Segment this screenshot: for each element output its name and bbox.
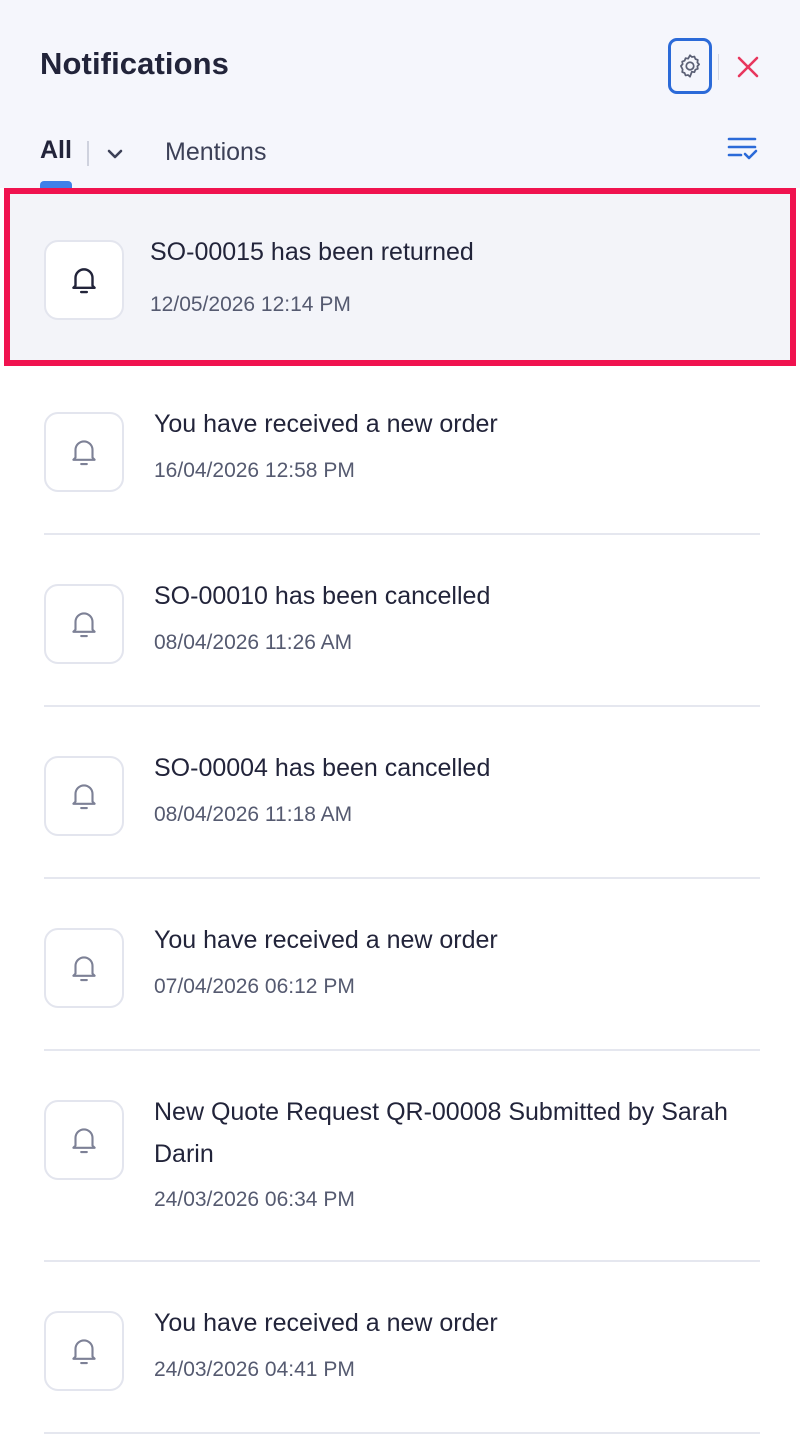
notification-icon-box	[44, 1100, 124, 1180]
notification-message: You have received a new order	[154, 1309, 498, 1337]
settings-button[interactable]	[668, 38, 712, 94]
notification-icon-box	[44, 756, 124, 836]
notification-message: SO-00015 has been returned	[150, 238, 474, 266]
notification-time: 12/05/2026 12:14 PM	[150, 293, 351, 316]
list-divider	[44, 1049, 760, 1051]
notification-item[interactable]: SO-00004 has been cancelled 08/04/2026 1…	[0, 710, 800, 879]
bell-icon	[72, 612, 96, 638]
bell-icon	[72, 268, 96, 294]
notification-message: SO-00004 has been cancelled	[154, 754, 491, 782]
bell-icon	[72, 1128, 96, 1154]
tab-all[interactable]: All	[40, 136, 72, 165]
mark-all-read-button[interactable]	[722, 130, 762, 166]
list-divider	[44, 1432, 760, 1434]
bell-icon	[72, 440, 96, 466]
tab-mentions[interactable]: Mentions	[165, 138, 266, 167]
close-icon	[737, 56, 759, 78]
bell-icon	[72, 1339, 96, 1365]
active-tab-indicator	[40, 181, 72, 188]
list-divider	[44, 877, 760, 879]
page-title: Notifications	[40, 46, 230, 81]
notification-icon-box	[44, 412, 124, 492]
notification-icon-box	[44, 584, 124, 664]
notification-message: New Quote Request QR-00008 Submitted by …	[154, 1098, 728, 1168]
notification-item[interactable]: You have received a new order 16/04/2026…	[0, 366, 800, 535]
notification-item[interactable]: New Quote Request QR-00008 Submitted by …	[0, 1054, 800, 1264]
tab-separator	[87, 141, 89, 166]
notification-time: 07/04/2026 06:12 PM	[154, 975, 355, 998]
chevron-down-icon	[107, 149, 123, 159]
bell-icon	[72, 784, 96, 810]
notification-icon-box	[44, 1311, 124, 1391]
notification-item[interactable]: You have received a new order 24/03/2026…	[0, 1265, 800, 1437]
gear-icon	[680, 54, 700, 78]
notification-icon-box	[44, 928, 124, 1008]
notification-time: 24/03/2026 06:34 PM	[154, 1188, 355, 1211]
header-separator	[718, 54, 719, 80]
list-check-icon	[727, 137, 758, 160]
notification-icon-box	[44, 240, 124, 320]
notification-message: You have received a new order	[154, 926, 498, 954]
notification-time: 08/04/2026 11:18 AM	[154, 803, 353, 826]
notification-time: 16/04/2026 12:58 PM	[154, 459, 355, 482]
notifications-header: Notifications All Mentions	[0, 0, 800, 188]
notification-time: 08/04/2026 11:26 AM	[154, 631, 353, 654]
notification-item-selected[interactable]: SO-00015 has been returned 12/05/2026 12…	[4, 188, 796, 366]
notification-message: You have received a new order	[154, 410, 498, 438]
notification-item[interactable]: SO-00010 has been cancelled 08/04/2026 1…	[0, 538, 800, 707]
tab-filter-dropdown[interactable]	[100, 140, 130, 168]
notification-message: SO-00010 has been cancelled	[154, 582, 491, 610]
list-divider	[44, 533, 760, 535]
notifications-panel: Notifications All Mentions SO-00015 has …	[0, 0, 800, 1442]
notification-time: 24/03/2026 04:41 PM	[154, 1358, 355, 1381]
close-button[interactable]	[732, 50, 764, 84]
bell-icon	[72, 956, 96, 982]
notification-item[interactable]: You have received a new order 07/04/2026…	[0, 882, 800, 1051]
list-divider	[44, 1260, 760, 1262]
list-divider	[44, 705, 760, 707]
